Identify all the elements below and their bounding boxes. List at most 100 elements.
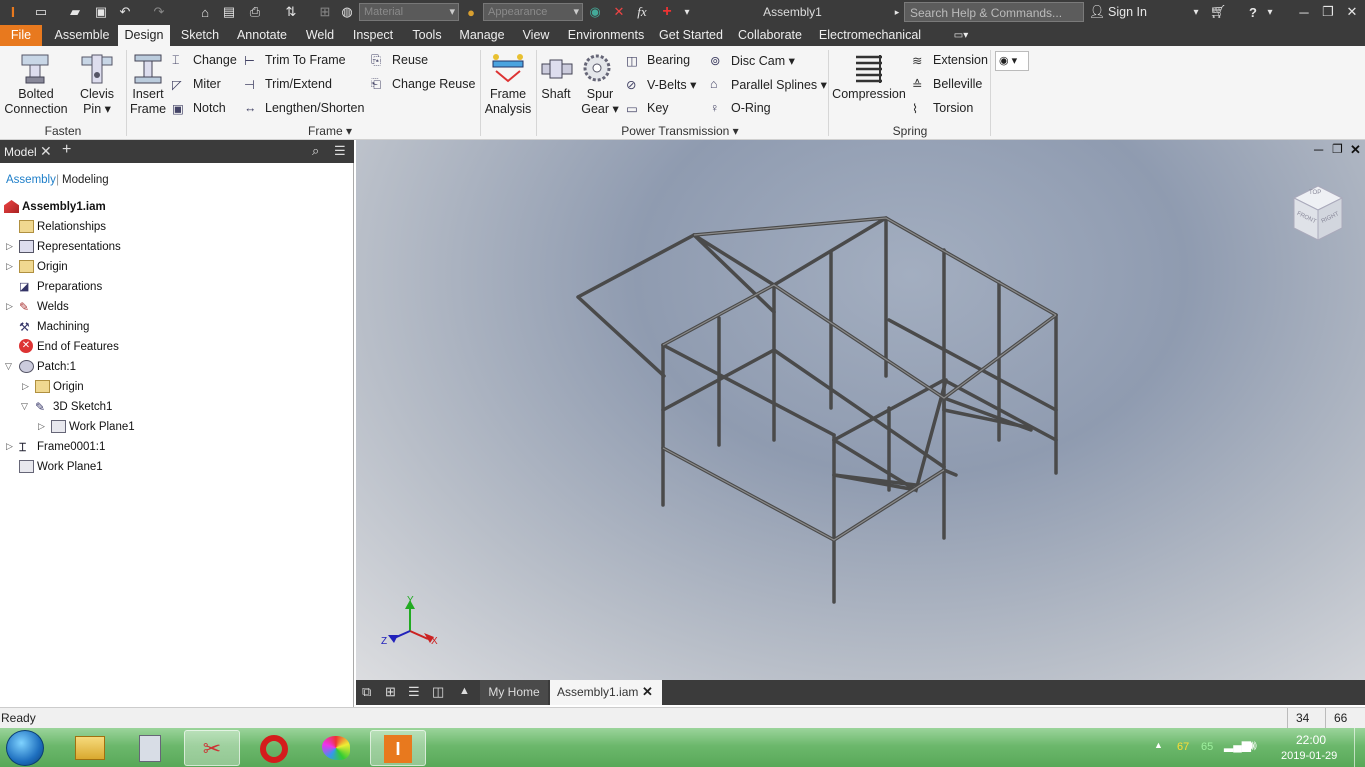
belleville-button[interactable]: Belleville <box>933 77 982 91</box>
new-file-icon[interactable]: ▭ <box>32 3 50 21</box>
help-dropdown-icon[interactable]: ▾ <box>1264 3 1276 21</box>
tree-item-work-plane[interactable]: Work Plane1 <box>69 419 135 435</box>
tile-icon[interactable]: ⊞ <box>385 684 396 700</box>
tab-inspect[interactable]: Inspect <box>348 25 398 46</box>
tab-sketch[interactable]: Sketch <box>177 25 223 46</box>
open-folder-icon[interactable]: ▰ <box>66 3 84 21</box>
panel-title-power-transmission[interactable]: Power Transmission ▾ <box>600 124 760 138</box>
taskbar-opera[interactable] <box>246 730 302 766</box>
tab-view[interactable]: View <box>518 25 554 46</box>
sign-in-button[interactable]: Sign In <box>1108 3 1178 21</box>
viewcube-top-label[interactable]: TOP <box>1309 190 1321 196</box>
o-ring-button[interactable]: O-Ring <box>731 101 771 115</box>
tree-item-frame[interactable]: Frame0001:1 <box>37 439 105 455</box>
parallel-splines-button[interactable]: Parallel Splines ▾ <box>731 77 827 92</box>
panel-title-frame[interactable]: Frame ▾ <box>300 124 360 138</box>
expand-chevron-icon[interactable]: ▷ <box>6 241 13 252</box>
tile-horizontal-icon[interactable]: ☰ <box>408 684 420 700</box>
spur-gear-button[interactable]: Spur Gear ▾ <box>580 87 620 117</box>
taskbar-paint[interactable] <box>308 730 364 766</box>
clock-time[interactable]: 22:00 <box>1296 733 1326 747</box>
tree-item-patch-origin[interactable]: Origin <box>53 379 84 395</box>
tab-annotate[interactable]: Annotate <box>232 25 292 46</box>
tab-assemble[interactable]: Assemble <box>50 25 114 46</box>
change-button[interactable]: Change <box>193 53 237 67</box>
miter-button[interactable]: Miter <box>193 77 221 91</box>
save-icon[interactable]: ▣ <box>92 3 110 21</box>
parameters-fx-icon[interactable]: fx <box>634 3 650 21</box>
collapse-chevron-icon[interactable]: ▽ <box>5 361 12 372</box>
notch-button[interactable]: Notch <box>193 101 226 115</box>
undo-icon[interactable]: ↶ <box>116 3 134 21</box>
menu-icon[interactable]: ☰ <box>334 143 346 159</box>
project-icon[interactable]: ▤ <box>220 3 238 21</box>
compression-button[interactable]: Compression <box>832 87 906 102</box>
tree-root-assembly[interactable]: Assembly1.iam <box>22 199 106 215</box>
frame-analysis-button[interactable]: Frame Analysis <box>482 87 534 117</box>
taskbar-snipping-tool[interactable]: ✂ <box>184 730 240 766</box>
tab-weld[interactable]: Weld <box>302 25 338 46</box>
expand-chevron-icon[interactable]: ▷ <box>6 441 13 452</box>
user-icon[interactable]: 👤︎ <box>1089 3 1106 21</box>
update-icon[interactable]: ⇅ <box>282 3 300 21</box>
select-icon[interactable]: ⊞ <box>316 3 334 21</box>
expand-chevron-icon[interactable]: ▷ <box>6 301 13 312</box>
bearing-button[interactable]: Bearing <box>647 53 690 67</box>
taskbar-explorer[interactable] <box>62 730 118 766</box>
close-icon[interactable]: ✕ <box>1344 3 1360 21</box>
insert-frame-button[interactable]: Insert Frame <box>128 87 168 117</box>
tab-model[interactable]: Model <box>4 145 37 159</box>
tree-item-3d-sketch[interactable]: 3D Sketch1 <box>53 399 112 415</box>
key-button[interactable]: Key <box>647 101 669 115</box>
expand-chevron-icon[interactable]: ▷ <box>22 381 29 392</box>
search-arrow-icon[interactable]: ▸ <box>892 3 902 21</box>
mode-modeling-link[interactable]: Modeling <box>62 174 109 186</box>
search-icon[interactable]: ⌕ <box>312 143 319 159</box>
network-signal-icon[interactable]: ▂▄▆ <box>1224 738 1251 752</box>
close-browser-icon[interactable]: ✕ <box>40 143 52 160</box>
panel-options-dropdown[interactable]: ◉ ▾ <box>995 51 1029 71</box>
extension-button[interactable]: Extension <box>933 53 988 67</box>
volume-icon[interactable]: 🔊︎ <box>1248 737 1257 754</box>
expand-chevron-icon[interactable]: ▷ <box>38 421 45 432</box>
bolted-connection-button[interactable]: Bolted Connection <box>2 87 70 117</box>
tree-item-relationships[interactable]: Relationships <box>37 219 106 235</box>
tab-electromechanical[interactable]: Electromechanical <box>816 25 924 46</box>
start-button[interactable] <box>6 730 44 766</box>
trim-to-frame-button[interactable]: Trim To Frame <box>265 53 346 67</box>
globe-icon[interactable]: ◍ <box>340 3 354 21</box>
tab-design[interactable]: Design <box>118 25 170 46</box>
tree-item-welds[interactable]: Welds <box>37 299 69 315</box>
help-icon[interactable]: ? <box>1244 3 1262 21</box>
cascade-icon[interactable]: ⧉ <box>362 684 371 700</box>
taskbar-inventor[interactable]: I <box>370 730 426 766</box>
tab-tools[interactable]: Tools <box>408 25 446 46</box>
tile-vertical-icon[interactable]: ◫ <box>432 684 444 700</box>
tab-file[interactable]: File <box>0 25 42 46</box>
reuse-button[interactable]: Reuse <box>392 53 428 67</box>
redo-icon[interactable]: ↷ <box>150 3 168 21</box>
tree-item-representations[interactable]: Representations <box>37 239 121 255</box>
trim-extend-button[interactable]: Trim/Extend <box>265 77 332 91</box>
ribbon-options-icon[interactable]: ▭▾ <box>946 25 976 46</box>
expand-chevron-icon[interactable]: ▷ <box>6 261 13 272</box>
tab-my-home[interactable]: My Home <box>480 680 548 705</box>
minimize-icon[interactable]: ─ <box>1296 3 1312 21</box>
home-icon[interactable]: ⌂ <box>196 3 214 21</box>
clevis-pin-button[interactable]: Clevis Pin ▾ <box>74 87 120 117</box>
show-desktop-button[interactable] <box>1354 728 1365 767</box>
measure-plus-icon[interactable]: + <box>658 3 676 21</box>
shaft-button[interactable]: Shaft <box>538 87 574 102</box>
print-icon[interactable]: ⎙ <box>246 3 264 21</box>
tree-item-patch[interactable]: Patch:1 <box>37 359 76 375</box>
tab-get-started[interactable]: Get Started <box>658 25 724 46</box>
tabs-menu-icon[interactable]: ▲ <box>459 685 470 697</box>
appearance-dropdown[interactable]: Appearance <box>483 3 583 21</box>
cart-icon[interactable]: 🛒︎ <box>1210 3 1227 21</box>
v-belts-button[interactable]: V-Belts ▾ <box>647 77 696 92</box>
disc-cam-button[interactable]: Disc Cam ▾ <box>731 53 795 68</box>
graphics-viewport[interactable]: ─ ❐ ✕ TOP FRONT RIGHT Y X Z <box>356 140 1365 680</box>
sign-in-dropdown-icon[interactable]: ▾ <box>1190 3 1202 21</box>
mode-assembly-link[interactable]: Assembly <box>6 174 56 186</box>
close-tab-icon[interactable]: ✕ <box>642 684 653 700</box>
